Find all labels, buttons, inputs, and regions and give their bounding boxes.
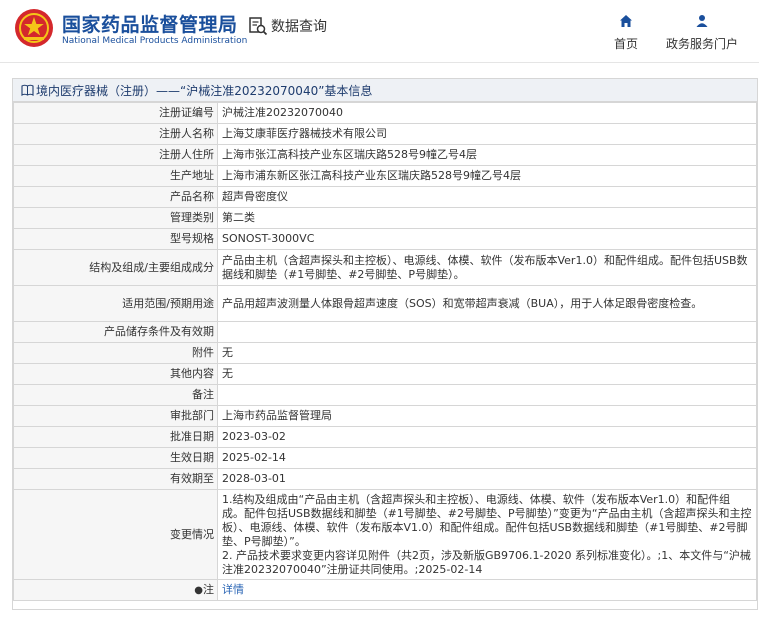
- document-search-icon: [249, 17, 268, 36]
- row-value: 上海市药品监督管理局: [217, 405, 757, 427]
- row-value: 沪械注准20232070040: [217, 102, 757, 124]
- agency-name-en: National Medical Products Administration: [62, 36, 248, 46]
- row-value: 1.结构及组成由“产品由主机（含超声探头和主控板）、电源线、体模、软件（发布版本…: [217, 489, 757, 580]
- row-value: 上海市张江高科技产业东区瑞庆路528号9幢乙号4层: [217, 144, 757, 166]
- row-value: [217, 384, 757, 406]
- row-value: SONOST-3000VC: [217, 228, 757, 250]
- row-label: 型号规格: [13, 228, 218, 250]
- row-value: 超声骨密度仪: [217, 186, 757, 208]
- nav-gov-label: 政务服务门户: [665, 37, 738, 51]
- row-label: 管理类别: [13, 207, 218, 229]
- data-query-label: 数据查询: [271, 19, 327, 35]
- table-row: 附件 无: [13, 342, 757, 364]
- row-label: 批准日期: [13, 426, 218, 448]
- table-row: 注册人住所 上海市张江高科技产业东区瑞庆路528号9幢乙号4层: [13, 144, 757, 166]
- row-value: 产品用超声波测量人体跟骨超声速度（SOS）和宽带超声衰减（BUA），用于人体足跟…: [217, 285, 757, 322]
- table-row: 注册证编号 沪械注准20232070040: [13, 102, 757, 124]
- table-row: 备注: [13, 384, 757, 406]
- table-row: 型号规格 SONOST-3000VC: [13, 228, 757, 250]
- breadcrumb-title: ——“沪械注准20232070040”基本信息: [156, 83, 373, 98]
- site-header: 国家药品监督管理局 National Medical Products Admi…: [0, 0, 759, 63]
- nav-home-label: 首页: [613, 37, 638, 51]
- book-icon: [21, 84, 34, 96]
- row-value: 上海市浦东新区张江高科技产业东区瑞庆路528号9幢乙号4层: [217, 165, 757, 187]
- row-label: 变更情况: [13, 489, 218, 580]
- table-row: 产品名称 超声骨密度仪: [13, 186, 757, 208]
- table-row: 有效期至 2028-03-01: [13, 468, 757, 490]
- table-row: 变更情况 1.结构及组成由“产品由主机（含超声探头和主控板）、电源线、体模、软件…: [13, 489, 757, 580]
- nav-gov-service-portal[interactable]: 政务服务门户: [662, 14, 742, 52]
- row-value: 无: [217, 363, 757, 385]
- info-table: 注册证编号 沪械注准20232070040 注册人名称 上海艾康菲医疗器械技术有…: [13, 102, 757, 601]
- row-label: 结构及组成/主要组成成分: [13, 249, 218, 286]
- table-row: ●注 详情: [13, 579, 757, 601]
- row-label: 审批部门: [13, 405, 218, 427]
- table-row: 其他内容 无: [13, 363, 757, 385]
- table-row: 结构及组成/主要组成成分 产品由主机（含超声探头和主控板）、电源线、体模、软件（…: [13, 249, 757, 286]
- table-row: 批准日期 2023-03-02: [13, 426, 757, 448]
- row-label: 注册证编号: [13, 102, 218, 124]
- row-label: 其他内容: [13, 363, 218, 385]
- row-label: 备注: [13, 384, 218, 406]
- row-label: 适用范围/预期用途: [13, 285, 218, 322]
- national-emblem-logo: [15, 9, 53, 47]
- note-value-cell: 详情: [217, 579, 757, 601]
- row-value: 2023-03-02: [217, 426, 757, 448]
- row-label: 注册人名称: [13, 123, 218, 145]
- bulb-icon: ●: [194, 584, 203, 596]
- row-label: 有效期至: [13, 468, 218, 490]
- note-label-cell: ●注: [13, 579, 218, 601]
- row-label: 附件: [13, 342, 218, 364]
- row-label: 生产地址: [13, 165, 218, 187]
- table-row: 管理类别 第二类: [13, 207, 757, 229]
- row-label: 生效日期: [13, 447, 218, 469]
- home-icon: [620, 15, 632, 27]
- row-value: 上海艾康菲医疗器械技术有限公司: [217, 123, 757, 145]
- note-label: 注: [203, 582, 214, 596]
- row-value: 无: [217, 342, 757, 364]
- row-label: 产品名称: [13, 186, 218, 208]
- panel-title-bar: 境内医疗器械（注册） ——“沪械注准20232070040”基本信息: [13, 79, 757, 102]
- row-value: 产品由主机（含超声探头和主控板）、电源线、体模、软件（发布版本Ver1.0）和配…: [217, 249, 757, 286]
- table-row: 产品储存条件及有效期: [13, 321, 757, 343]
- breadcrumb-category-link[interactable]: 境内医疗器械（注册）: [36, 82, 156, 99]
- table-row: 审批部门 上海市药品监督管理局: [13, 405, 757, 427]
- row-value: [217, 321, 757, 343]
- row-value: 2028-03-01: [217, 468, 757, 490]
- table-row: 生效日期 2025-02-14: [13, 447, 757, 469]
- row-label: 注册人住所: [13, 144, 218, 166]
- details-link[interactable]: 详情: [222, 583, 244, 596]
- user-icon: [696, 15, 708, 27]
- row-label: 产品储存条件及有效期: [13, 321, 218, 343]
- row-value: 第二类: [217, 207, 757, 229]
- nav-home[interactable]: 首页: [610, 14, 642, 52]
- detail-panel: 境内医疗器械（注册） ——“沪械注准20232070040”基本信息 注册证编号…: [12, 78, 758, 610]
- row-value: 2025-02-14: [217, 447, 757, 469]
- table-row: 生产地址 上海市浦东新区张江高科技产业东区瑞庆路528号9幢乙号4层: [13, 165, 757, 187]
- data-query-link[interactable]: 数据查询: [248, 16, 327, 36]
- table-row: 注册人名称 上海艾康菲医疗器械技术有限公司: [13, 123, 757, 145]
- agency-name-cn: 国家药品监督管理局: [62, 14, 238, 36]
- table-row: 适用范围/预期用途 产品用超声波测量人体跟骨超声速度（SOS）和宽带超声衰减（B…: [13, 285, 757, 322]
- header-divider: [0, 62, 759, 63]
